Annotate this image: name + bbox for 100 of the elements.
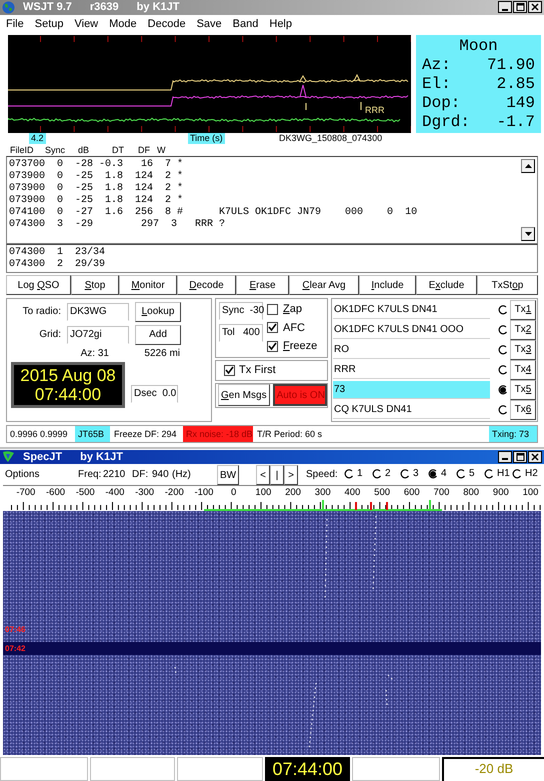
tick-mark xyxy=(310,126,311,132)
add-button[interactable]: Add xyxy=(135,324,181,345)
nav-button[interactable]: < xyxy=(256,465,270,486)
menu-item[interactable]: Setup xyxy=(34,18,64,30)
radio-button[interactable] xyxy=(498,384,508,395)
command-button[interactable]: Decode xyxy=(177,275,236,295)
menu-item[interactable]: View xyxy=(74,18,98,30)
tol-field[interactable]: Tol 400 xyxy=(219,324,263,342)
radio-button[interactable] xyxy=(372,468,382,479)
scale-label: 300 xyxy=(314,486,332,500)
nav-button[interactable]: > xyxy=(284,465,298,486)
maximize-button[interactable] xyxy=(513,450,527,463)
dsec-field[interactable]: Dsec 0.0 xyxy=(131,384,178,403)
close-icon xyxy=(531,3,539,12)
column-header: DF xyxy=(138,144,151,156)
tick-mark xyxy=(343,126,344,132)
radio-button[interactable] xyxy=(512,468,522,479)
checkbox-label: AFC xyxy=(283,322,305,334)
azimuth-label: Az: 31 xyxy=(80,348,109,359)
time-text: 07:44:00 xyxy=(34,384,102,404)
decode-line: 073900 0 -25 1.8 124 2 * xyxy=(9,183,184,194)
nav-button[interactable]: | xyxy=(270,465,284,486)
menu-item[interactable]: File xyxy=(6,18,24,30)
callsign-field[interactable]: DK3WG xyxy=(67,302,129,321)
menu-item[interactable]: Band xyxy=(232,18,258,30)
tick-mark xyxy=(141,126,142,132)
checkbox[interactable] xyxy=(267,304,278,315)
command-button[interactable]: Clear Avg xyxy=(289,275,359,295)
scale-label: 500 xyxy=(373,486,392,500)
radio-button[interactable] xyxy=(498,364,508,375)
command-button[interactable]: Include xyxy=(359,275,416,295)
checkbox[interactable] xyxy=(267,340,278,352)
scroll-up-button[interactable] xyxy=(521,159,535,174)
df-label: DF: xyxy=(132,469,148,480)
radio-button[interactable] xyxy=(400,468,410,479)
tx-button[interactable]: Tx4 xyxy=(510,360,536,380)
scale-label: 200 xyxy=(284,486,302,500)
freq-label: Freq: xyxy=(78,469,102,480)
menu-item[interactable]: Mode xyxy=(109,18,137,30)
gen-msgs-button[interactable]: Gen Msgs xyxy=(218,384,270,406)
checkbox-label: Tx First xyxy=(239,364,276,376)
close-button[interactable] xyxy=(528,450,542,463)
moon-value: -1.7 xyxy=(496,112,535,132)
minimize-button[interactable] xyxy=(498,450,512,463)
menu-item[interactable]: Save xyxy=(196,18,222,30)
author-label: by K1JT xyxy=(136,1,180,14)
command-button[interactable]: Stop xyxy=(71,275,119,295)
checkbox[interactable] xyxy=(224,364,235,376)
average-line: 074300 1 23/34 xyxy=(9,247,106,258)
command-button[interactable]: Log QSO xyxy=(6,275,71,295)
column-header: W xyxy=(157,144,166,156)
radio-button[interactable] xyxy=(498,404,508,415)
column-header: DT xyxy=(112,144,125,156)
speed-option: 1 xyxy=(357,468,363,480)
tick-mark xyxy=(276,126,277,132)
close-button[interactable] xyxy=(528,1,542,14)
bw-button[interactable]: BW xyxy=(217,465,239,486)
radio-button[interactable] xyxy=(428,468,438,479)
tick-mark xyxy=(40,36,41,42)
tick-mark xyxy=(208,126,210,132)
df-value: 940 xyxy=(152,469,169,480)
minimize-button[interactable] xyxy=(498,1,512,14)
tx-button[interactable]: Tx1 xyxy=(510,300,536,320)
menu-item[interactable]: Decode xyxy=(148,18,186,30)
tx-button[interactable]: Tx3 xyxy=(510,340,536,360)
decode-line: 073900 0 -25 1.8 124 2 * xyxy=(9,171,184,182)
radio-button[interactable] xyxy=(498,344,508,355)
x-value-label: 4.2 xyxy=(29,132,46,144)
tick-mark xyxy=(40,126,41,132)
minimize-icon xyxy=(502,458,508,460)
checkbox[interactable] xyxy=(267,322,278,334)
radio-button[interactable] xyxy=(344,468,354,479)
command-button[interactable]: TxStop xyxy=(477,275,538,295)
down-arrow-icon xyxy=(524,232,532,237)
sync-field[interactable]: Sync -30 xyxy=(219,302,263,320)
radio-button[interactable] xyxy=(498,324,508,335)
decoded-text-area[interactable]: 073700 0 -28 -0.3 16 7 * 073900 0 -25 1.8 124 2 * 073900 0 -25 1.8 124 2 * 073900 0 -25 1.8 124 2 * 074100 0 -27 1.6 256 8 # K7ULS OK1DFC JN79 000 0 10 074300 3 -29 297 3 RRR ? xyxy=(6,156,538,244)
tx-button[interactable]: Tx5 xyxy=(510,380,536,400)
decode-line: 074300 3 -29 297 3 RRR ? xyxy=(9,219,226,232)
tick-mark xyxy=(242,36,244,42)
radio-button[interactable] xyxy=(456,468,466,479)
scale-label: -500 xyxy=(74,486,96,500)
average-text-area[interactable]: 074300 1 23/34 074300 2 29/39 xyxy=(6,244,538,274)
level-reading: -20 dB xyxy=(442,757,544,781)
message-field[interactable]: 73 xyxy=(333,380,490,399)
grid-field[interactable]: JO72gi xyxy=(67,326,129,344)
scroll-down-button[interactable] xyxy=(521,227,535,242)
maximize-icon xyxy=(516,3,524,12)
status-item: Txing: 73 xyxy=(489,426,537,442)
options-menu[interactable]: Options xyxy=(5,469,40,480)
tx-button[interactable]: Tx6 xyxy=(510,400,536,420)
radio-button[interactable] xyxy=(498,304,508,315)
command-button[interactable]: Erase xyxy=(236,275,289,295)
maximize-button[interactable] xyxy=(513,1,527,14)
lookup-button[interactable]: Lookup xyxy=(135,302,181,322)
tx-button[interactable]: Tx2 xyxy=(510,320,536,340)
command-button[interactable]: Monitor xyxy=(119,275,177,295)
menu-item[interactable]: Help xyxy=(269,18,292,30)
radio-button[interactable] xyxy=(484,468,494,479)
command-button[interactable]: Exclude xyxy=(416,275,477,295)
